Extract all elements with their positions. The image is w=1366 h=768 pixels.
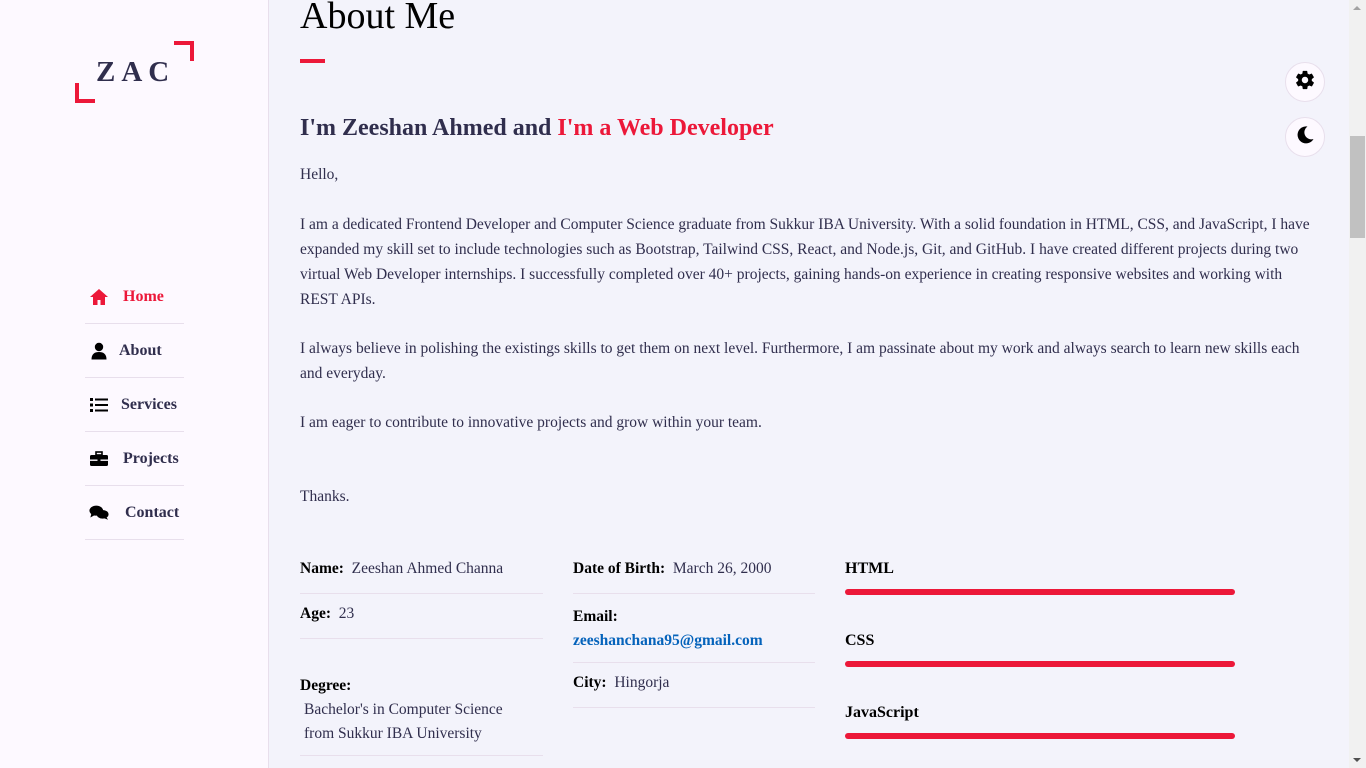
nav-item-label: About [119, 341, 162, 359]
nav-item-label: Home [123, 287, 164, 305]
skill-name: JavaScript [845, 704, 919, 721]
nav-item-home[interactable]: Home [85, 270, 184, 324]
info-value: Bachelor's in Computer Science from Sukk… [304, 701, 503, 742]
info-value: Zeeshan Ahmed Channa [351, 560, 504, 577]
skill-bar [845, 661, 1235, 667]
intro-prefix: I'm Zeeshan Ahmed and [300, 115, 558, 141]
skill-item: CSS [845, 632, 1235, 667]
thanks-text: Thanks. [300, 488, 350, 505]
home-icon [89, 287, 109, 307]
skill-item: JavaScript [845, 704, 1235, 739]
scroll-down-arrow[interactable] [1353, 758, 1361, 762]
info-label: Name: [300, 560, 344, 577]
page-title: About Me [300, 0, 456, 37]
nav-item-services[interactable]: Services [85, 378, 184, 432]
info-label: City: [573, 674, 607, 691]
about-paragraph-1: I am a dedicated Frontend Developer and … [300, 216, 1310, 308]
skill-bar [845, 589, 1235, 595]
about-paragraph-2: I always believe in polishing the existi… [300, 340, 1300, 382]
moon-icon [1295, 125, 1315, 150]
greeting-text: Hello, [300, 166, 339, 183]
scrollbar-thumb[interactable] [1350, 136, 1365, 238]
nav-item-about[interactable]: About [85, 324, 184, 378]
skill-bar-fill [845, 661, 1235, 667]
info-label: Age: [300, 605, 331, 622]
info-label: Degree: [300, 677, 352, 694]
info-name-row: Name: Zeeshan Ahmed Channa [300, 560, 543, 594]
comments-icon [89, 503, 109, 523]
nav-item-label: Services [121, 395, 177, 413]
info-age-row: Age: 23 [300, 605, 543, 639]
logo-text: ZAC [96, 56, 176, 88]
info-label: Email: [573, 608, 618, 625]
main-nav: Home About Services Projects Contact [85, 270, 184, 540]
nav-item-label: Contact [125, 503, 180, 521]
info-label: Date of Birth: [573, 560, 666, 577]
info-value: March 26, 2000 [672, 560, 772, 577]
logo-corner-top-right [174, 41, 194, 61]
nav-item-label: Projects [123, 449, 179, 467]
info-degree-row: Degree: Bachelor's in Computer Science f… [300, 674, 543, 756]
scroll-up-arrow[interactable] [1353, 6, 1361, 10]
about-paragraph-3: I am eager to contribute to innovative p… [300, 414, 762, 431]
logo-corner-bottom-left [75, 83, 95, 103]
logo[interactable]: ZAC [75, 41, 194, 103]
intro-heading: I'm Zeeshan Ahmed and I'm a Web Develope… [300, 115, 774, 142]
nav-item-contact[interactable]: Contact [85, 486, 184, 540]
email-link[interactable]: zeeshanchana95@gmail.com [573, 632, 763, 649]
scrollbar[interactable] [1349, 0, 1366, 768]
intro-accent: I'm a Web Developer [557, 115, 774, 141]
info-value: Hingorja [614, 674, 670, 691]
info-dob-row: Date of Birth: March 26, 2000 [573, 560, 815, 594]
info-city-row: City: Hingorja [573, 674, 815, 708]
sidebar: ZAC Home About Services Projects Contact [0, 0, 269, 768]
title-underline [300, 59, 325, 63]
list-icon [89, 395, 109, 415]
info-value: 23 [338, 605, 355, 622]
nav-item-projects[interactable]: Projects [85, 432, 184, 486]
briefcase-icon [89, 449, 109, 469]
skill-name: CSS [845, 632, 875, 649]
theme-toggle-button[interactable] [1285, 117, 1325, 157]
skill-bar-fill [845, 589, 1235, 595]
skill-item: HTML [845, 560, 1235, 595]
skill-name: HTML [845, 560, 894, 577]
skill-bar-fill [845, 733, 1235, 739]
info-email-row: Email: zeeshanchana95@gmail.com [573, 605, 815, 663]
gear-icon [1294, 69, 1316, 96]
skill-bar [845, 733, 1235, 739]
user-icon [89, 341, 109, 361]
settings-button[interactable] [1285, 62, 1325, 102]
